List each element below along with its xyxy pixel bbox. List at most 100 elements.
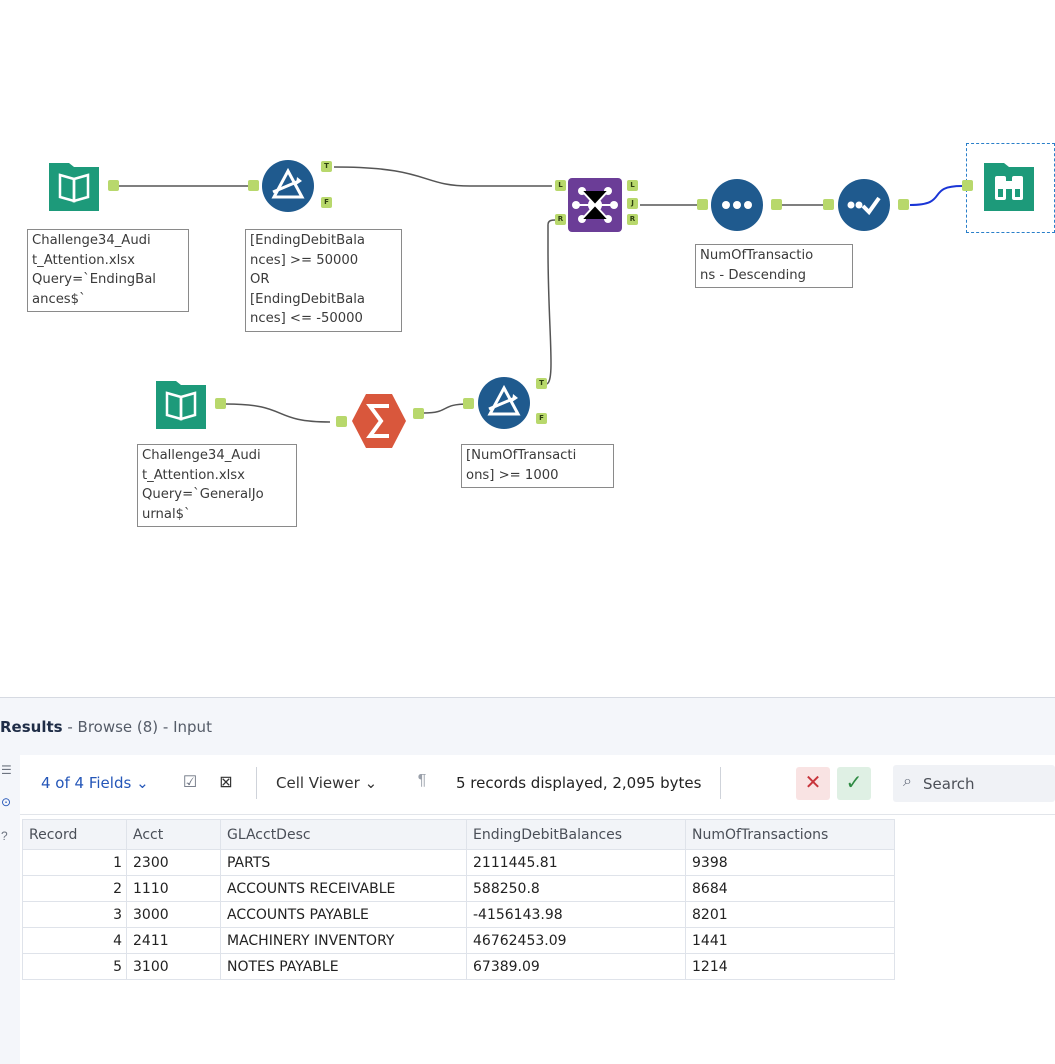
chevron-down-icon: ⌄ — [136, 774, 149, 792]
join-l-output[interactable]: L — [627, 180, 638, 191]
search-icon: ⌕ — [903, 773, 912, 790]
select-tool[interactable] — [837, 178, 891, 232]
record-cell[interactable]: 4 — [22, 927, 127, 954]
true-anchor[interactable]: T — [321, 161, 332, 172]
input-anchor[interactable] — [336, 416, 347, 427]
results-table: Record Acct GLAcctDesc EndingDebitBalanc… — [22, 819, 895, 980]
true-anchor[interactable]: T — [536, 378, 547, 389]
filter2-annotation: [NumOfTransacti ons] >= 1000 — [461, 444, 614, 488]
table-row[interactable]: 5 3100 NOTES PAYABLE 67389.09 1214 — [22, 953, 895, 980]
wire-summarize-filter2 — [423, 403, 469, 414]
join-right-input[interactable]: R — [555, 214, 566, 225]
input-data-tool-2[interactable] — [154, 377, 208, 431]
output-anchor[interactable] — [898, 199, 909, 210]
column-header-record[interactable]: Record — [22, 819, 127, 850]
input-data-tool-1[interactable] — [47, 159, 101, 213]
column-header-acct[interactable]: Acct — [126, 819, 221, 850]
input-anchor[interactable] — [463, 398, 474, 409]
toolbar-divider — [720, 767, 721, 799]
balance-cell[interactable]: 588250.8 — [466, 875, 686, 902]
wire-filter2-join — [545, 219, 557, 385]
record-cell[interactable]: 1 — [22, 849, 127, 876]
table-row[interactable]: 3 3000 ACCOUNTS PAYABLE -4156143.98 8201 — [22, 901, 895, 928]
uncheck-all-icon[interactable]: ⊠ — [216, 772, 236, 792]
desc-cell[interactable]: ACCOUNTS RECEIVABLE — [220, 875, 467, 902]
results-toolbar: 4 of 4 Fields ⌄ ☑ ⊠ Cell Viewer ⌄ ¶ 5 re… — [20, 755, 1055, 815]
close-icon: ✕ — [804, 772, 822, 794]
balance-cell[interactable]: 67389.09 — [466, 953, 686, 980]
input1-annotation: Challenge34_Audi t_Attention.xlsx Query=… — [27, 229, 189, 312]
desc-cell[interactable]: NOTES PAYABLE — [220, 953, 467, 980]
fields-dropdown[interactable]: 4 of 4 Fields ⌄ — [41, 774, 149, 792]
join-r-output[interactable]: R — [627, 214, 638, 225]
cancel-button[interactable]: ✕ — [796, 767, 830, 800]
record-cell[interactable]: 3 — [22, 901, 127, 928]
filter1-annotation: [EndingDebitBala nces] >= 50000 OR [Endi… — [245, 229, 402, 332]
input-anchor[interactable] — [248, 180, 259, 191]
acct-cell[interactable]: 2300 — [126, 849, 221, 876]
record-cell[interactable]: 2 — [22, 875, 127, 902]
output-anchor[interactable] — [771, 199, 782, 210]
table-row[interactable]: 1 2300 PARTS 2111445.81 9398 — [22, 849, 895, 876]
wire-filter1-join — [333, 166, 552, 187]
workflow-canvas[interactable]: Challenge34_Audi t_Attention.xlsx Query=… — [0, 0, 1055, 697]
results-panel: Results - Browse (8) - Input ☰ ⊙ ? 4 of … — [0, 697, 1055, 1064]
filter-tool-2[interactable] — [477, 376, 531, 430]
filter-tool-1[interactable] — [261, 159, 315, 213]
menu-icon[interactable]: ☰ — [1, 763, 15, 777]
acct-cell[interactable]: 1110 — [126, 875, 221, 902]
transactions-cell[interactable]: 1214 — [685, 953, 895, 980]
false-anchor[interactable]: F — [536, 413, 547, 424]
join-j-output[interactable]: J — [627, 198, 638, 209]
output-anchor[interactable] — [413, 408, 424, 419]
acct-cell[interactable]: 3100 — [126, 953, 221, 980]
table-row[interactable]: 4 2411 MACHINERY INVENTORY 46762453.09 1… — [22, 927, 895, 954]
desc-cell[interactable]: ACCOUNTS PAYABLE — [220, 901, 467, 928]
chevron-down-icon: ⌄ — [364, 774, 378, 792]
column-header-endingdebitbalances[interactable]: EndingDebitBalances — [466, 819, 686, 850]
column-header-numoftransactions[interactable]: NumOfTransactions — [685, 819, 895, 850]
input2-annotation: Challenge34_Audi t_Attention.xlsx Query=… — [137, 444, 297, 527]
transactions-cell[interactable]: 8201 — [685, 901, 895, 928]
input-anchor[interactable] — [962, 180, 973, 191]
false-anchor[interactable]: F — [321, 197, 332, 208]
confirm-button[interactable]: ✓ — [837, 767, 871, 800]
transactions-cell[interactable]: 1441 — [685, 927, 895, 954]
table-row[interactable]: 2 1110 ACCOUNTS RECEIVABLE 588250.8 8684 — [22, 875, 895, 902]
pilcrow-icon[interactable]: ¶ — [412, 772, 432, 792]
results-grid-area: Record Acct GLAcctDesc EndingDebitBalanc… — [20, 815, 1055, 1064]
output-anchor[interactable] — [215, 398, 226, 409]
column-header-glacctdesc[interactable]: GLAcctDesc — [220, 819, 467, 850]
help-icon[interactable]: ? — [1, 829, 15, 843]
transactions-cell[interactable]: 8684 — [685, 875, 895, 902]
output-anchor[interactable] — [108, 180, 119, 191]
join-left-input[interactable]: L — [555, 180, 566, 191]
balance-cell[interactable]: 2111445.81 — [466, 849, 686, 876]
acct-cell[interactable]: 2411 — [126, 927, 221, 954]
transactions-cell[interactable]: 9398 — [685, 849, 895, 876]
balance-cell[interactable]: -4156143.98 — [466, 901, 686, 928]
desc-cell[interactable]: MACHINERY INVENTORY — [220, 927, 467, 954]
toolbar-divider — [256, 767, 257, 799]
check-all-icon[interactable]: ☑ — [180, 772, 200, 792]
balance-cell[interactable]: 46762453.09 — [466, 927, 686, 954]
acct-cell[interactable]: 3000 — [126, 901, 221, 928]
join-tool[interactable] — [568, 178, 622, 232]
input-anchor[interactable] — [823, 199, 834, 210]
input-anchor[interactable] — [697, 199, 708, 210]
record-cell[interactable]: 5 — [22, 953, 127, 980]
browse-tool[interactable] — [982, 159, 1036, 213]
desc-cell[interactable]: PARTS — [220, 849, 467, 876]
summarize-tool[interactable] — [350, 392, 406, 448]
sort-tool[interactable] — [710, 178, 764, 232]
search-box[interactable]: ⌕ — [893, 765, 1055, 802]
binoculars-icon[interactable]: ⊙ — [1, 795, 15, 809]
table-header-row: Record Acct GLAcctDesc EndingDebitBalanc… — [22, 819, 895, 850]
wire-input2-summarize — [225, 403, 331, 423]
results-title: Results - Browse (8) - Input — [0, 718, 212, 736]
cell-viewer-dropdown[interactable]: Cell Viewer ⌄ — [276, 774, 377, 792]
results-header: Results - Browse (8) - Input — [0, 698, 1055, 755]
search-input[interactable] — [923, 765, 1053, 802]
records-info: 5 records displayed, 2,095 bytes — [456, 774, 702, 792]
results-side-strip: ☰ ⊙ ? — [0, 755, 20, 1064]
